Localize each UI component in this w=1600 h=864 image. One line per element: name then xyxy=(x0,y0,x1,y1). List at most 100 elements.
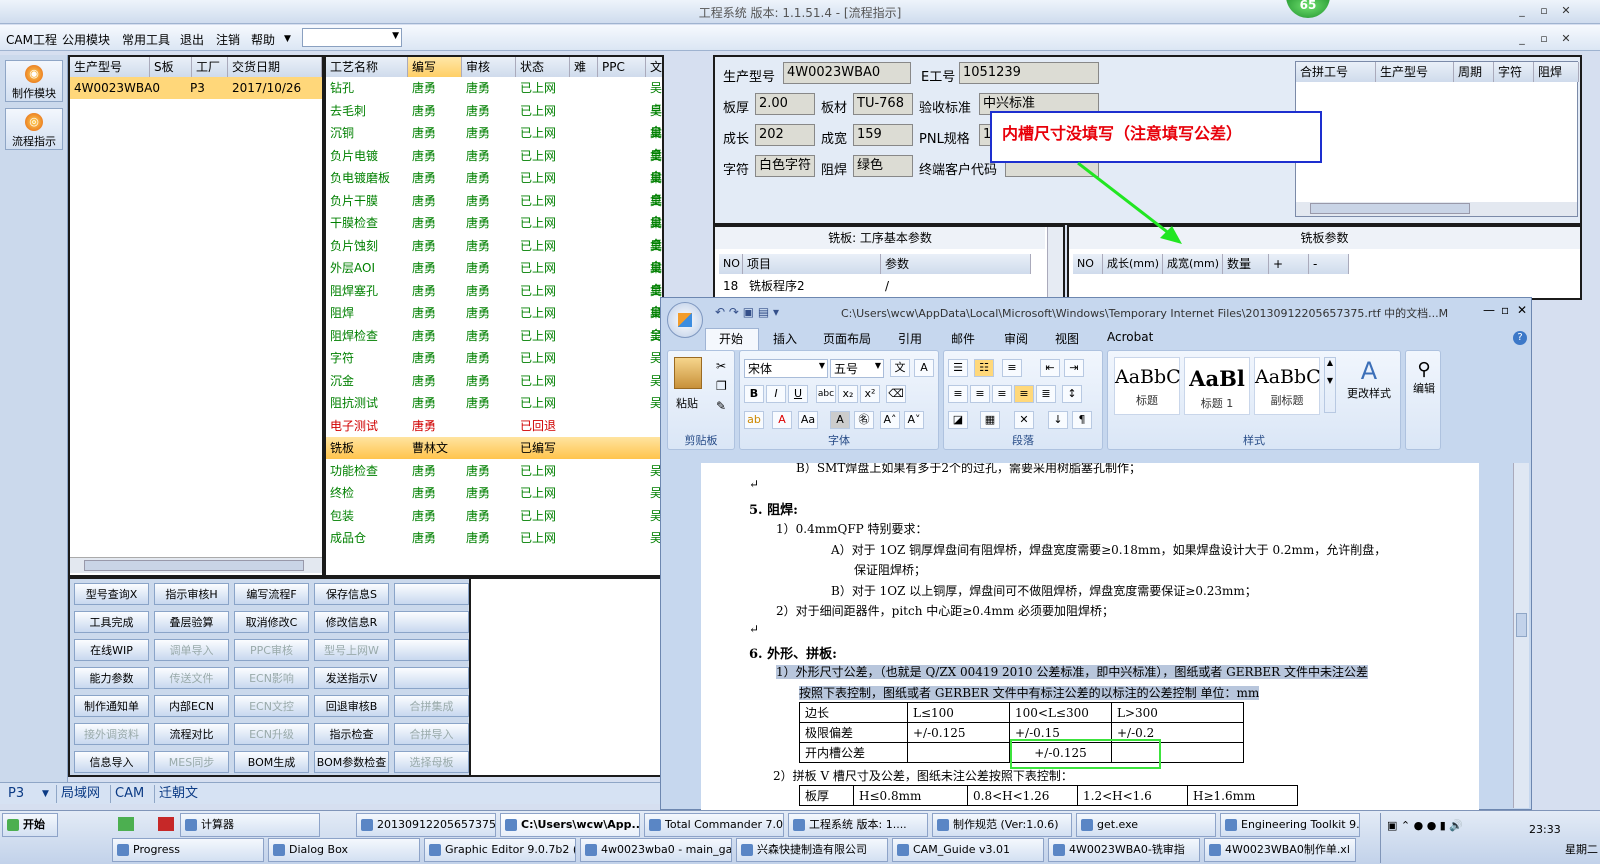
vertical-scrollbar[interactable] xyxy=(1047,227,1063,298)
doc-scrollbar[interactable] xyxy=(1513,463,1529,808)
col-merge-period[interactable]: 周期 xyxy=(1454,62,1494,82)
mdi-restore-button[interactable]: ▫ xyxy=(1534,31,1554,47)
grow-font-icon[interactable]: A˄ xyxy=(880,411,900,429)
func-button[interactable]: ECN影响 xyxy=(234,667,309,689)
taskbar-item[interactable]: CAM_Guide v3.01 xyxy=(892,838,1044,862)
numbering-icon[interactable]: ☷ xyxy=(974,359,994,377)
format-painter-icon[interactable]: ✎ xyxy=(716,399,726,413)
clear-format-icon[interactable]: ⌫ xyxy=(886,385,906,403)
table-row[interactable]: 电子测试 唐勇 已回退 xyxy=(326,415,662,437)
sort-icon[interactable]: ↓ xyxy=(1048,411,1068,429)
horizontal-scrollbar[interactable] xyxy=(70,557,322,573)
func-button[interactable]: 在线WIP xyxy=(74,639,149,661)
func-button[interactable]: 发送指示V xyxy=(314,667,389,689)
menu-help[interactable]: 帮助 xyxy=(251,31,275,48)
menu-common-module[interactable]: 公用模块 xyxy=(62,31,110,48)
table-row[interactable]: 去毛刺 唐勇 唐勇 已上网 吴卓金 xyxy=(326,100,662,162)
menu-logout[interactable]: 注销 xyxy=(216,31,240,48)
enclose-char-icon[interactable]: ㊔ xyxy=(854,411,874,429)
bold-button[interactable]: B xyxy=(744,385,764,403)
show-marks-icon[interactable]: ¶ xyxy=(1072,411,1092,429)
cut-icon[interactable]: ✂ xyxy=(716,359,726,373)
taskbar-item[interactable]: Dialog Box xyxy=(268,838,420,862)
style-heading-1[interactable]: AaBl 标题 1 xyxy=(1184,357,1250,415)
taskbar-item[interactable]: 20130912205657375... xyxy=(356,813,496,837)
edit-button[interactable]: ⚲ 编辑 xyxy=(1410,359,1438,396)
toolbar-combo[interactable]: ▼ xyxy=(302,28,402,47)
taskbar-item[interactable]: 工程系统 版本: 1.... xyxy=(788,813,928,837)
menu-exit[interactable]: 退出 xyxy=(180,31,204,48)
col-minus[interactable]: - xyxy=(1309,254,1349,274)
paste-label[interactable]: 粘贴 xyxy=(676,395,698,411)
taskbar-item[interactable]: 制作规范 (Ver:1.0.6) xyxy=(932,813,1072,837)
mdi-close-button[interactable]: ✕ xyxy=(1556,31,1576,47)
func-button[interactable]: ECN升级 xyxy=(234,723,309,745)
word-maximize-button[interactable]: ▫ xyxy=(1501,303,1509,317)
col-item[interactable]: 项目 xyxy=(743,254,881,274)
length-field[interactable]: 202 xyxy=(755,124,815,146)
flow-guide-button[interactable]: ◎ 流程指示 xyxy=(5,108,63,150)
func-button[interactable]: 保存信息S xyxy=(314,583,389,605)
col-merge-model[interactable]: 生产型号 xyxy=(1376,62,1454,82)
func-button[interactable]: ECN文控 xyxy=(234,695,309,717)
col-writer[interactable]: 编写 xyxy=(408,57,462,77)
tab-references[interactable]: 引用 xyxy=(898,330,922,347)
close-button[interactable]: ✕ xyxy=(1556,3,1576,19)
word-minimize-button[interactable]: — xyxy=(1483,303,1495,317)
tab-cam[interactable]: CAM xyxy=(110,785,148,803)
align-center-icon[interactable]: ≡ xyxy=(970,385,990,403)
restore-button[interactable]: ▫ xyxy=(1534,3,1554,19)
mdi-minimize-button[interactable]: _ xyxy=(1512,31,1532,47)
func-button[interactable] xyxy=(394,639,469,661)
font-size-select[interactable]: 五号 ▼ xyxy=(830,359,884,378)
col-delivery[interactable]: 交货日期 xyxy=(228,57,322,77)
tray-icons[interactable]: ▣ ⌃ ● ● ▮ 🔊 xyxy=(1387,819,1463,832)
table-row[interactable]: 功能检查 唐勇 唐勇 已上网吴 xyxy=(326,460,662,482)
col-qty[interactable]: 数量 xyxy=(1223,254,1269,274)
make-module-button[interactable]: ◉ 制作模块 xyxy=(5,60,63,102)
table-row[interactable]: 沉金 唐勇 唐勇 已上网吴 xyxy=(326,370,662,392)
menu-cam[interactable]: CAM工程 xyxy=(6,31,57,48)
shading-icon[interactable]: ◪ xyxy=(948,411,968,429)
taskbar-item[interactable]: 兴森快捷制造有限公司 xyxy=(736,838,888,862)
table-row[interactable]: 包装 唐勇 唐勇 已上网吴 xyxy=(326,505,662,527)
table-row[interactable]: 18 铣板程序2 / xyxy=(715,275,1063,297)
help-icon[interactable]: ? xyxy=(1513,331,1527,345)
increase-indent-icon[interactable]: ⇥ xyxy=(1064,359,1084,377)
line-spacing-icon[interactable]: ↕ xyxy=(1062,385,1082,403)
col-model[interactable]: 生产型号 xyxy=(70,57,150,77)
func-button[interactable]: 型号上网W xyxy=(314,639,389,661)
highlight-icon[interactable]: ab xyxy=(744,411,764,429)
func-button[interactable]: BOM生成 xyxy=(234,751,309,773)
col-length[interactable]: 成长(mm) xyxy=(1103,254,1163,274)
func-button[interactable]: 制作通知单 xyxy=(74,695,149,717)
taskbar-item[interactable]: Graphic Editor 9.0.7b2 (0... xyxy=(424,838,576,862)
table-row[interactable]: 阻焊 唐勇 唐勇 已上网吴 xyxy=(326,302,662,324)
shrink-font-icon[interactable]: A˅ xyxy=(904,411,924,429)
width-field[interactable]: 159 xyxy=(853,124,913,146)
tab-lan[interactable]: 局域网 xyxy=(56,785,104,803)
taskbar-item[interactable]: 4w0023wba0 - main_ga... xyxy=(580,838,732,862)
borders-icon[interactable]: ▦ xyxy=(980,411,1000,429)
superscript-button[interactable]: x² xyxy=(860,385,880,403)
tab-view[interactable]: 视图 xyxy=(1055,330,1079,347)
func-button[interactable]: 传送文件 xyxy=(154,667,229,689)
tab-user[interactable]: 迁朝文 xyxy=(154,785,202,803)
align-right-icon[interactable]: ≡ xyxy=(992,385,1012,403)
taskbar-item[interactable]: C:\Users\wcw\App... xyxy=(500,813,640,837)
table-row[interactable]: 4W0023WBA0 P3 2017/10/26 xyxy=(70,77,322,99)
tab-insert[interactable]: 插入 xyxy=(773,330,797,347)
table-row[interactable]: 沉铜 唐勇 唐勇 已上网 吴卓金 xyxy=(326,122,662,184)
func-button[interactable]: 调单导入 xyxy=(154,639,229,661)
start-button[interactable]: 开始 xyxy=(2,813,58,837)
func-button[interactable]: 合拼导入 xyxy=(394,723,469,745)
func-button[interactable]: PPC审核 xyxy=(234,639,309,661)
func-button[interactable]: 工具完成 xyxy=(74,611,149,633)
e-number-field[interactable]: 1051239 xyxy=(959,62,1099,84)
green-icon[interactable] xyxy=(118,817,134,831)
func-button[interactable]: 内部ECN xyxy=(154,695,229,717)
taskbar-item[interactable]: 4W0023WBA0-铣审指 xyxy=(1048,838,1200,862)
func-button[interactable]: 选择母板 xyxy=(394,751,469,773)
font-select[interactable]: 宋体 ▼ xyxy=(744,359,828,378)
col-no[interactable]: NO xyxy=(1073,254,1103,274)
